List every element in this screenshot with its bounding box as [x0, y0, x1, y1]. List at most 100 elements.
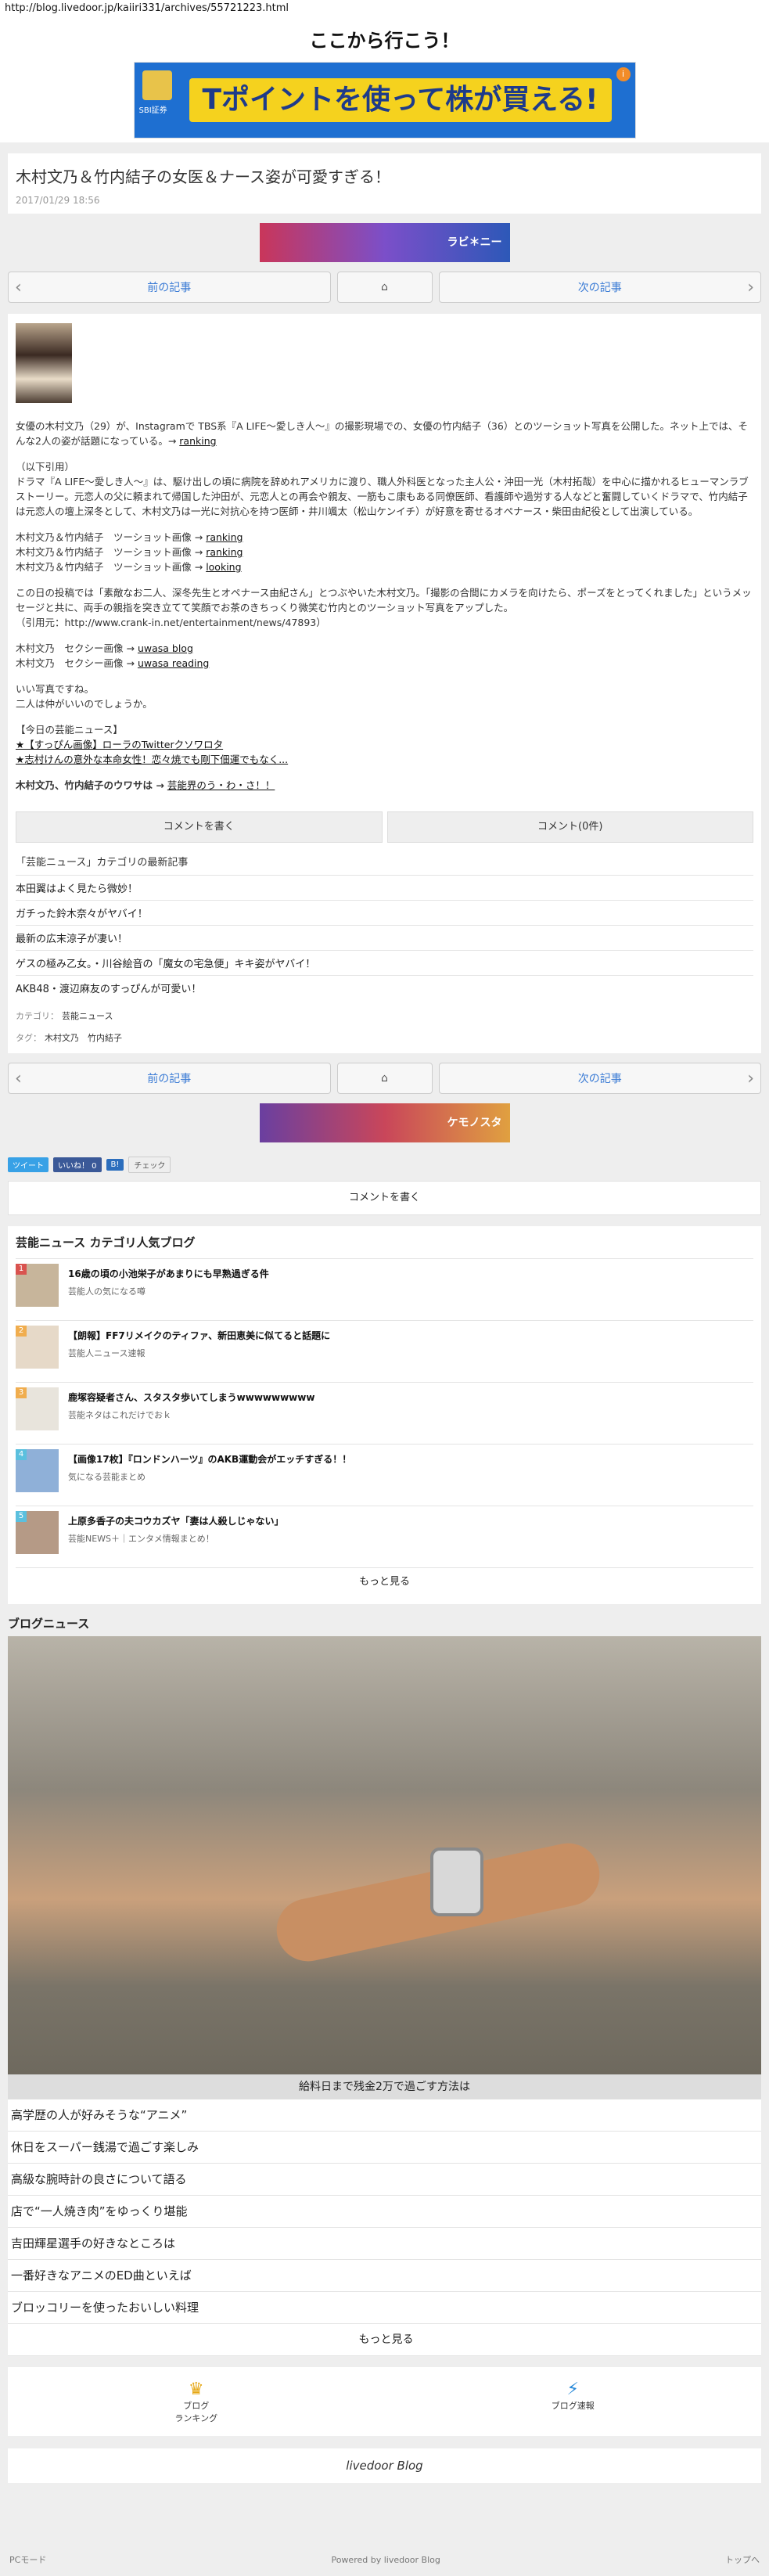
popular-thumb: 3: [16, 1387, 59, 1430]
site-title[interactable]: ここから行こう！: [0, 17, 769, 52]
comment-count-button[interactable]: コメント(0件): [386, 811, 753, 843]
powered-by: Powered by livedoor Blog: [331, 2554, 440, 2565]
sexy-link[interactable]: uwasa reading: [138, 657, 209, 669]
news-item[interactable]: 休日をスーパー銭湯で過ごす楽しみ: [8, 2132, 761, 2164]
ad-banner[interactable]: SBI証券 Tポイントを使って株が買える! i: [133, 62, 636, 139]
sexy-link[interactable]: uwasa blog: [138, 642, 193, 654]
crown-icon: ♛: [188, 2380, 204, 2399]
tweet-button[interactable]: ツイート: [8, 1157, 49, 1172]
popular-item[interactable]: 5 上原多香子の夫コウカズヤ「妻は人殺しじゃない」 芸能NEWS＋｜エンタメ情報まと…: [16, 1506, 753, 1567]
hatena-button[interactable]: B!: [106, 1159, 124, 1171]
next-article-button[interactable]: 次の記事: [438, 1063, 761, 1094]
news-item[interactable]: 一番好きなアニメのED曲といえば: [8, 2260, 761, 2292]
popular-item[interactable]: 3 鹿塚容疑者さん、スタスタ歩いてしまうwwwwwwwww 芸能ネタはこれだけでおｋ: [16, 1382, 753, 1444]
comment-buttons: コメントを書く コメント(0件): [16, 811, 753, 843]
author-comment: いい写真ですね。 二人は仲がいいのでしょうか。: [16, 683, 153, 710]
popular-thumb: 2: [16, 1326, 59, 1369]
blog-news-caption[interactable]: 給料日まで残金2万で過ごす方法は: [8, 2074, 761, 2099]
pc-mode-link[interactable]: PCモード: [9, 2553, 46, 2566]
rumor-line: 木村文乃、竹内結子のウワサは → 芸能界のう・わ・さ！！: [16, 779, 275, 791]
popular-thumb: 5: [16, 1511, 59, 1554]
url-bar[interactable]: http://blog.livedoor.jp/kaiiri331/archiv…: [0, 0, 769, 17]
article-body: 女優の木村文乃（29）が、Instagramで TBS系『A LIFE〜愛しき人…: [8, 314, 761, 1053]
category-list: 本田翼はよく見たら微妙！ ガチった鈴木奈々がヤバイ！ 最新の広末涼子が凄い！ ゲ…: [16, 875, 753, 1000]
popular-item[interactable]: 4 【画像17枚】『ロンドンハーツ』のAKB運動会がエッチすぎる！！ 気になる芸能ま…: [16, 1444, 753, 1506]
category-item[interactable]: AKB48・渡辺麻友のすっぴんが可愛い！: [16, 975, 753, 1000]
blog-news-heading: ブログニュース: [8, 1617, 90, 1631]
ad-strip[interactable]: ラビ＊ニー: [259, 223, 510, 262]
popular-more-button[interactable]: もっと見る: [16, 1567, 753, 1596]
quote-head: （以下引用）: [16, 461, 75, 473]
home-icon: ⌂: [381, 281, 388, 293]
ranking-link[interactable]: ranking: [179, 435, 216, 447]
photo-link[interactable]: ranking: [206, 531, 243, 543]
today-heading: 【今日の芸能ニュース】: [16, 724, 123, 736]
brand-logo-icon: [142, 70, 172, 100]
next-article-button[interactable]: 次の記事: [438, 272, 761, 303]
photo-links: 木村文乃＆竹内結子 ツーショット画像 → ranking 木村文乃＆竹内結子 ツ…: [16, 531, 243, 573]
bottom-nav: ♛ ブログ ランキング ⚡ ブログ速報: [8, 2367, 761, 2436]
page: ここから行こう！ SBI証券 Tポイントを使って株が買える! i 木村文乃＆竹内…: [0, 17, 769, 2576]
article-header: 木村文乃＆竹内結子の女医＆ナース姿が可愛すぎる！ 2017/01/29 18:5…: [8, 153, 761, 214]
article-date: 2017/01/29 18:56: [16, 195, 100, 206]
category-item[interactable]: 本田翼はよく見たら微妙！: [16, 875, 753, 900]
write-comment-button[interactable]: コメントを書く: [16, 811, 383, 843]
news-item[interactable]: 高級な腕時計の良さについて語る: [8, 2164, 761, 2196]
blog-news-image[interactable]: [8, 1636, 761, 2074]
ad-strip-2[interactable]: ケモノスタ: [259, 1103, 510, 1142]
quote-block: （以下引用） ドラマ『A LIFE〜愛しき人〜』は、駆け出しの頃に病院を辞めれアメ…: [16, 459, 753, 519]
tag-links[interactable]: 木村文乃 竹内結子: [45, 1033, 122, 1043]
photo-link[interactable]: looking: [206, 561, 241, 573]
popular-thumb: 4: [16, 1449, 59, 1492]
article-photo: [16, 323, 72, 403]
lightning-icon: ⚡: [566, 2380, 579, 2399]
ad-strip-2-text: ケモノスタ: [447, 1117, 502, 1129]
category-item[interactable]: ゲスの極み乙女。・川谷絵音の「魔女の宅急便」キキ姿がヤバイ！: [16, 950, 753, 975]
blog-news-flash-button[interactable]: ⚡ ブログ速報: [385, 2367, 762, 2436]
prev-article-button[interactable]: 前の記事: [8, 1063, 331, 1094]
home-icon: ⌂: [381, 1072, 388, 1085]
category-item[interactable]: ガチった鈴木奈々がヤバイ！: [16, 900, 753, 925]
quote-text: ドラマ『A LIFE〜愛しき人〜』は、駆け出しの頃に病院を辞めれアメリカに渡り、…: [16, 476, 749, 517]
to-top-link[interactable]: トップへ: [725, 2553, 760, 2566]
today-news: 【今日の芸能ニュース】 ★【すっぴん画像】ローラのTwitterクソワロタ ★志…: [16, 722, 753, 767]
popular-item[interactable]: 1 16歳の頃の小池栄子があまりにも早熟過ぎる件 芸能人の気になる噂: [16, 1258, 753, 1320]
news-item[interactable]: 店で“一人焼き肉”をゆっくり堪能: [8, 2196, 761, 2228]
news-item[interactable]: 高学歴の人が好みそうな“アニメ”: [8, 2099, 761, 2132]
popular-thumb: 1: [16, 1264, 59, 1307]
check-button[interactable]: チェック: [128, 1157, 171, 1173]
news-more-button[interactable]: もっと見る: [8, 2324, 761, 2356]
photo-link[interactable]: ranking: [206, 546, 243, 558]
watch-icon: [430, 1847, 483, 1916]
second-paragraph: この日の投稿では「素敵なお二人、深冬先生とオペナース由紀さん」とつぶやいた木村文…: [16, 587, 752, 628]
today-news-link[interactable]: ★【すっぴん画像】ローラのTwitterクソワロタ: [16, 739, 223, 750]
popular-item[interactable]: 2 【朗報】FF7リメイクのティファ、新田恵美に似てると話題に 芸能人ニュース速報: [16, 1320, 753, 1382]
blog-news-list: 高学歴の人が好みそうな“アニメ” 休日をスーパー銭湯で過ごす楽しみ 高級な腕時計…: [8, 2099, 761, 2356]
source: （引用元：http://www.crank-in.net/entertainme…: [16, 617, 326, 628]
livedoor-logo[interactable]: livedoor Blog: [8, 2448, 761, 2483]
pager-top: 前の記事 ⌂ 次の記事: [8, 272, 761, 303]
home-button[interactable]: ⌂: [336, 272, 433, 303]
sexy-links: 木村文乃 セクシー画像 → uwasa blog 木村文乃 セクシー画像 → u…: [16, 642, 210, 669]
ad-info-icon[interactable]: i: [616, 67, 631, 81]
write-comment-button-2[interactable]: コメントを書く: [8, 1181, 761, 1215]
news-item[interactable]: ブロッコリーを使ったおいしい料理: [8, 2292, 761, 2324]
like-button[interactable]: いいね！ 0: [53, 1157, 102, 1172]
pager-bottom: 前の記事 ⌂ 次の記事: [8, 1063, 761, 1094]
prev-article-button[interactable]: 前の記事: [8, 272, 331, 303]
blog-ranking-button[interactable]: ♛ ブログ ランキング: [8, 2367, 385, 2436]
today-news-link[interactable]: ★志村けんの意外な本命女性！恋々焼でも剛下佃運でもなく...: [16, 754, 288, 765]
tag-meta: タグ： 木村文乃 竹内結子: [16, 1033, 122, 1043]
ad-strip-text: ラビ＊ニー: [447, 236, 502, 249]
popular-blogs: 芸能ニュース カテゴリ人気ブログ 1 16歳の頃の小池栄子があまりにも早熟過ぎる件…: [8, 1226, 761, 1604]
popular-heading: 芸能ニュース カテゴリ人気ブログ: [16, 1236, 196, 1250]
category-heading: 「芸能ニュース」カテゴリの最新記事: [16, 857, 189, 869]
social-buttons: ツイート いいね！ 0 B! チェック: [8, 1157, 761, 1173]
category-item[interactable]: 最新の広末涼子が凄い！: [16, 925, 753, 950]
rumor-link[interactable]: 芸能界のう・わ・さ！！: [167, 779, 275, 791]
home-button[interactable]: ⌂: [336, 1063, 433, 1094]
site-header: ここから行こう！ SBI証券 Tポイントを使って株が買える! i: [0, 17, 769, 142]
category-link[interactable]: 芸能ニュース: [62, 1011, 113, 1021]
footer: PCモード Powered by livedoor Blog トップへ: [0, 2543, 769, 2576]
news-item[interactable]: 吉田輝星選手の好きなところは: [8, 2228, 761, 2260]
